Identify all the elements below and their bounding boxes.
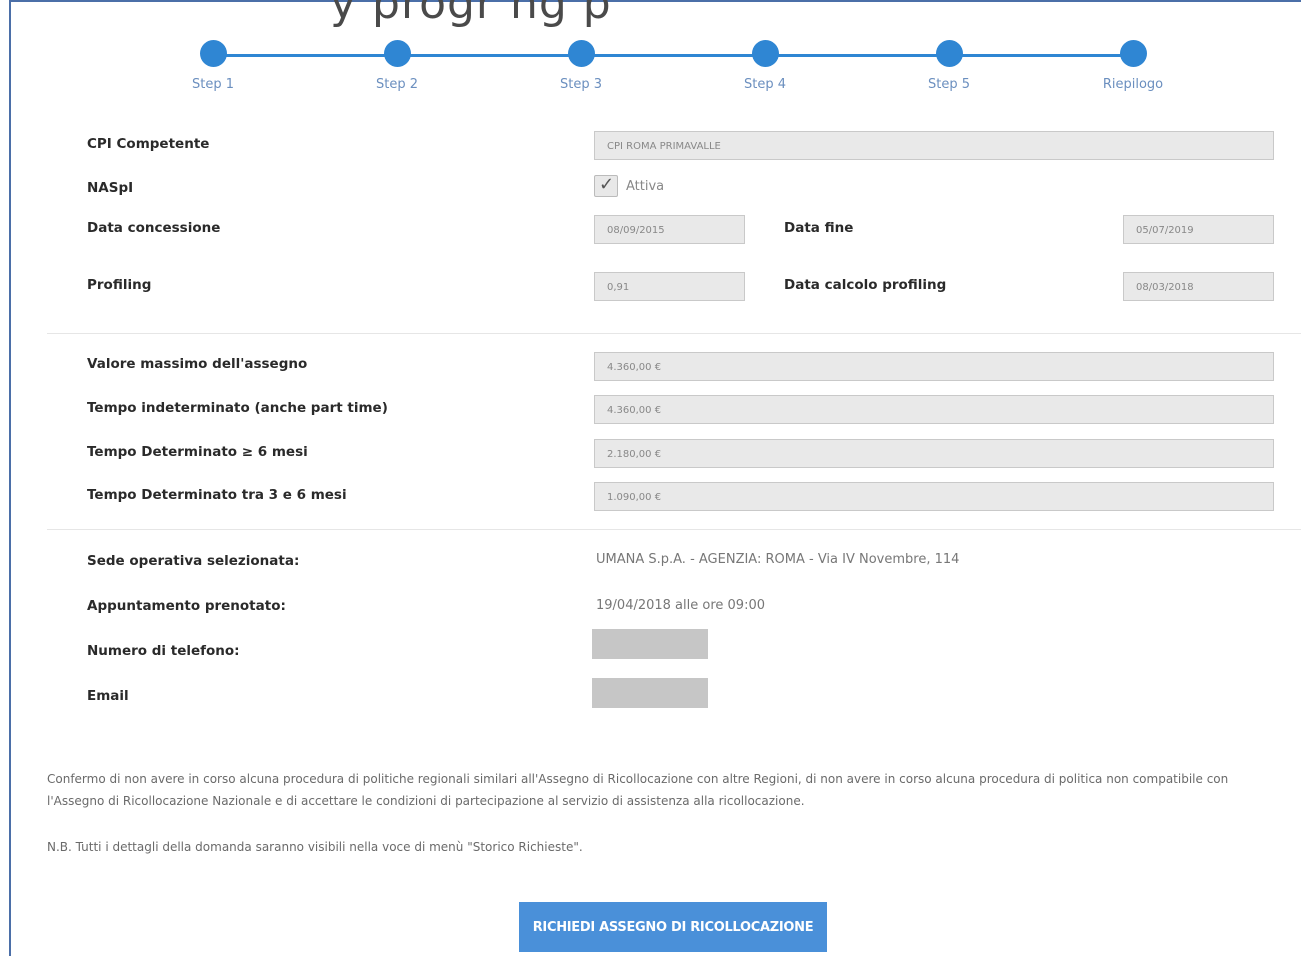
sede-value: UMANA S.p.A. - AGENZIA: ROMA - Via IV No… [596, 552, 960, 567]
cpi-field[interactable]: CPI ROMA PRIMAVALLE [594, 131, 1274, 160]
step-label: Step 2 [375, 77, 418, 92]
step-dot [199, 40, 227, 67]
step-5[interactable]: Step 5 [889, 40, 1009, 92]
data-concessione-field[interactable]: 08/09/2015 [594, 215, 745, 244]
data-calcolo-field[interactable]: 08/03/2018 [1123, 272, 1274, 301]
confirm-text: Confermo di non avere in corso alcuna pr… [47, 768, 1228, 812]
data-concessione-label: Data concessione [87, 220, 221, 236]
tempo-indeterminato-field[interactable]: 4.360,00 € [594, 395, 1274, 424]
step-4[interactable]: Step 4 [705, 40, 825, 92]
step-2[interactable]: Step 2 [337, 40, 457, 92]
valore-massimo-label: Valore massimo dell'assegno [87, 356, 308, 372]
confirm-line-1: Confermo di non avere in corso alcuna pr… [47, 772, 1229, 786]
appuntamento-value: 19/04/2018 alle ore 09:00 [596, 598, 765, 613]
tempo-determinato-3-6-field[interactable]: 1.090,00 € [594, 482, 1274, 511]
step-dot [751, 40, 779, 67]
naspi-check-label: Attiva [626, 179, 665, 194]
step-dot [383, 40, 411, 67]
step-riepilogo[interactable]: Riepilogo [1073, 40, 1193, 92]
section-divider [47, 333, 1301, 334]
naspi-checkbox[interactable]: ✓ [594, 174, 618, 197]
email-redacted [592, 678, 708, 708]
email-label: Email [87, 688, 129, 704]
step-3[interactable]: Step 3 [521, 40, 641, 92]
confirm-line-2: l'Assegno di Ricollocazione Nazionale e … [47, 794, 805, 808]
tempo-determinato-6-label: Tempo Determinato ≥ 6 mesi [87, 444, 308, 460]
telefono-redacted [592, 629, 708, 659]
appuntamento-label: Appuntamento prenotato: [87, 598, 286, 614]
naspi-label: NASpI [87, 180, 134, 196]
step-label: Riepilogo [1102, 77, 1164, 92]
nb-text: N.B. Tutti i dettagli della domanda sara… [47, 840, 583, 854]
step-dot [1119, 40, 1147, 67]
sede-label: Sede operativa selezionata: [87, 553, 300, 569]
step-label: Step 1 [191, 77, 234, 92]
richiedi-assegno-button[interactable]: RICHIEDI ASSEGNO DI RICOLLOCAZIONE [519, 902, 827, 952]
profiling-field[interactable]: 0,91 [594, 272, 745, 301]
step-1[interactable]: Step 1 [153, 40, 273, 92]
step-dot [935, 40, 963, 67]
data-fine-label: Data fine [784, 220, 854, 236]
tempo-determinato-6-field[interactable]: 2.180,00 € [594, 439, 1274, 468]
check-icon: ✓ [599, 174, 615, 195]
data-calcolo-label: Data calcolo profiling [784, 277, 947, 293]
step-dot [567, 40, 595, 67]
telefono-label: Numero di telefono: [87, 643, 240, 659]
data-fine-field[interactable]: 05/07/2019 [1123, 215, 1274, 244]
tempo-determinato-3-6-label: Tempo Determinato tra 3 e 6 mesi [87, 487, 347, 503]
step-label: Step 3 [559, 77, 602, 92]
progress-stepper: Step 1 Step 2 Step 3 Step 4 Step 5 Riepi… [0, 0, 1301, 110]
step-label: Step 5 [927, 77, 970, 92]
profiling-label: Profiling [87, 277, 152, 293]
section-divider [47, 529, 1301, 530]
step-label: Step 4 [743, 77, 786, 92]
cpi-label: CPI Competente [87, 136, 210, 152]
valore-massimo-field[interactable]: 4.360,00 € [594, 352, 1274, 381]
tempo-indeterminato-label: Tempo indeterminato (anche part time) [87, 400, 388, 416]
